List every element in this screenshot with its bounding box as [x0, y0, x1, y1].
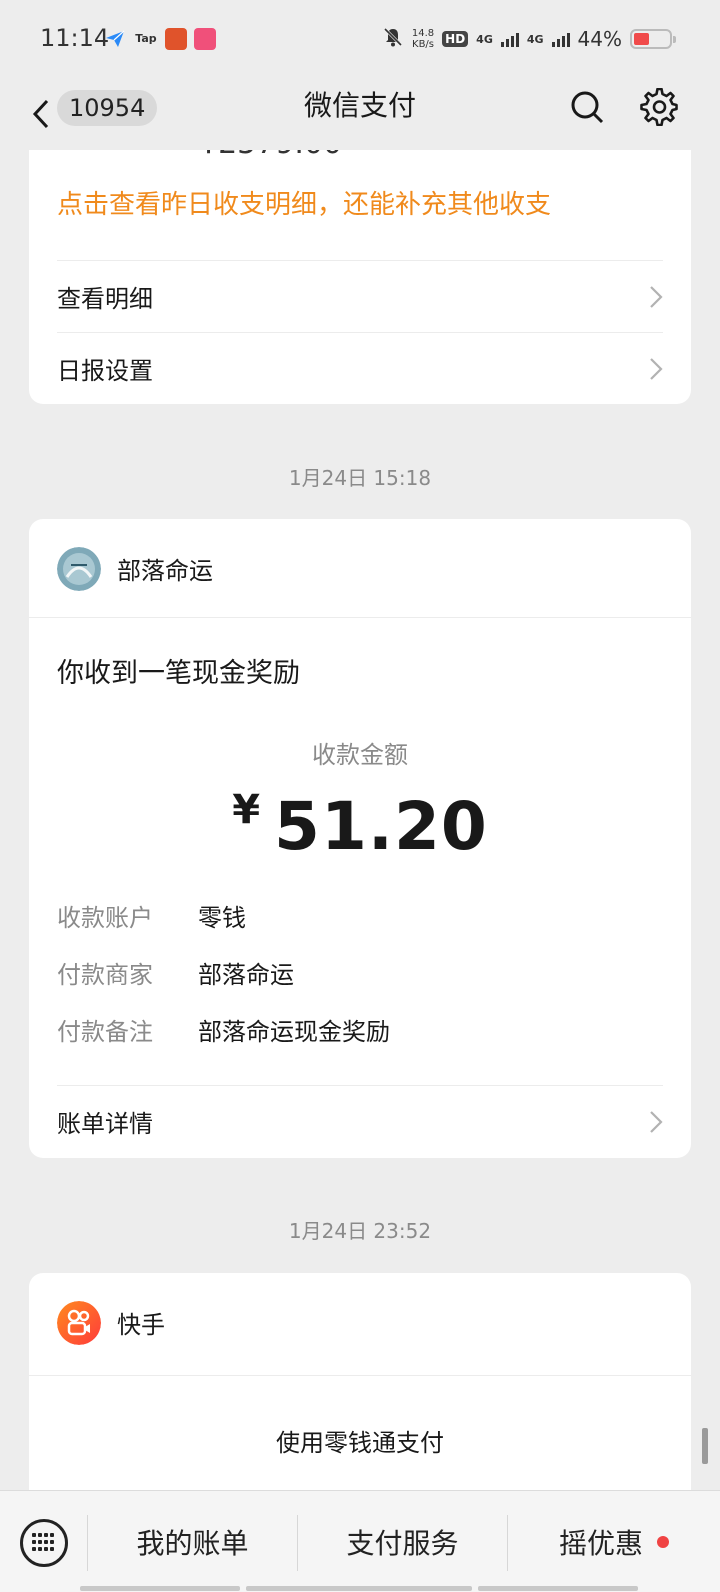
scrollbar-thumb[interactable] [702, 1428, 708, 1464]
detail-value: 零钱 [198, 904, 246, 932]
message-timestamp: 1月24日 15:18 [288, 466, 432, 490]
hd-badge: HD [442, 31, 469, 47]
report-settings-row[interactable]: 日报设置 [57, 332, 663, 404]
page-title: 微信支付 [303, 89, 416, 122]
detail-row-merchant: 付款商家 部落命运 [57, 955, 294, 990]
mute-bell-icon [382, 26, 404, 52]
detail-row-account: 收款账户 零钱 [57, 898, 246, 933]
merchant-header[interactable]: 快手 [29, 1273, 691, 1376]
currency-symbol: ¥ [232, 787, 261, 833]
settings-button[interactable] [638, 86, 680, 128]
signal-icon-1 [500, 31, 519, 47]
battery-fill [634, 33, 649, 45]
kuaishou-logo-icon [57, 1301, 101, 1345]
payment-message-card[interactable]: 快手 使用零钱通支付 [29, 1273, 691, 1490]
pay-method-text: 使用零钱通支付 [276, 1429, 444, 1457]
status-time: 11:14 [40, 24, 110, 52]
view-details-label: 查看明细 [57, 285, 153, 313]
keyboard-toggle-button[interactable] [20, 1519, 68, 1567]
detail-value: 部落命运现金奖励 [198, 1018, 390, 1046]
video-app-icon [194, 28, 216, 50]
net-speed-value: 14.8 [411, 28, 435, 39]
report-hint-link[interactable]: 点击查看昨日收支明细，还能补充其他收支 [57, 184, 551, 221]
menu-label: 摇优惠 [558, 1527, 643, 1560]
network-type-2: 4G [526, 32, 544, 46]
amount-display: ¥51.20 [29, 787, 691, 865]
keyboard-icon [32, 1533, 56, 1553]
tap-app-icon: Tap [135, 32, 157, 45]
view-details-row[interactable]: 查看明细 [57, 260, 663, 332]
paper-plane-app-icon [104, 28, 126, 50]
menu-label: 支付服务 [346, 1527, 459, 1560]
status-indicators: 14.8 KB/s HD 4G 4G 44% [382, 22, 676, 56]
bill-detail-row[interactable]: 账单详情 [57, 1085, 663, 1157]
bill-detail-label: 账单详情 [57, 1110, 153, 1138]
gear-icon [640, 88, 678, 126]
nav-bar: 10954 微信支付 [0, 78, 720, 150]
merchant-name: 部落命运 [117, 557, 213, 585]
detail-row-remark: 付款备注 部落命运现金奖励 [57, 1012, 390, 1047]
report-amount: ¥2579.00 [199, 150, 342, 161]
chevron-right-icon [650, 1110, 663, 1133]
nav-gesture-bar [478, 1586, 638, 1591]
search-icon [571, 91, 604, 124]
amount-label: 收款金额 [312, 741, 408, 769]
chevron-right-icon [650, 357, 663, 380]
merchant-name: 快手 [117, 1311, 165, 1339]
detail-key: 付款商家 [57, 961, 153, 989]
payment-message-card[interactable]: 部落命运 你收到一笔现金奖励 收款金额 ¥51.20 收款账户 零钱 付款商家 … [29, 519, 691, 1158]
report-settings-label: 日报设置 [57, 357, 153, 385]
net-speed: 14.8 KB/s [412, 28, 434, 50]
signal-icon-2 [551, 31, 570, 47]
network-type-1: 4G [476, 32, 493, 46]
merchant-header[interactable]: 部落命运 [29, 519, 691, 618]
menu-payment-services[interactable]: 支付服务 [298, 1491, 507, 1592]
detail-key: 收款账户 [57, 904, 153, 932]
merchant-avatar [57, 547, 101, 591]
message-timestamp: 1月24日 23:52 [288, 1219, 432, 1243]
battery-percent: 44% [577, 27, 622, 51]
detail-key: 付款备注 [57, 1018, 153, 1046]
nav-gesture-bar [80, 1586, 240, 1591]
nav-gesture-bar [246, 1586, 472, 1591]
game-app-icon [165, 28, 187, 50]
status-bar: 11:14 Tap 14.8 KB/s HD 4G 4G 44% [0, 0, 720, 78]
search-button[interactable] [566, 86, 608, 128]
menu-my-bills[interactable]: 我的账单 [88, 1491, 297, 1592]
battery-icon [630, 29, 676, 49]
amount-value: 51.20 [274, 788, 488, 865]
daily-report-card: ¥2579.00 点击查看昨日收支明细，还能补充其他收支 查看明细 日报设置 [29, 150, 691, 404]
bottom-menu: 我的账单 支付服务 摇优惠 [0, 1490, 720, 1592]
message-list[interactable]: ¥2579.00 点击查看昨日收支明细，还能补充其他收支 查看明细 日报设置 1… [0, 150, 720, 1490]
detail-value: 部落命运 [198, 961, 294, 989]
chevron-right-icon [650, 285, 663, 308]
menu-label: 我的账单 [136, 1527, 249, 1560]
menu-shake-deals[interactable]: 摇优惠 [508, 1491, 720, 1592]
net-speed-unit: KB/s [412, 39, 435, 50]
message-title: 你收到一笔现金奖励 [57, 658, 300, 689]
notification-dot [657, 1536, 669, 1548]
